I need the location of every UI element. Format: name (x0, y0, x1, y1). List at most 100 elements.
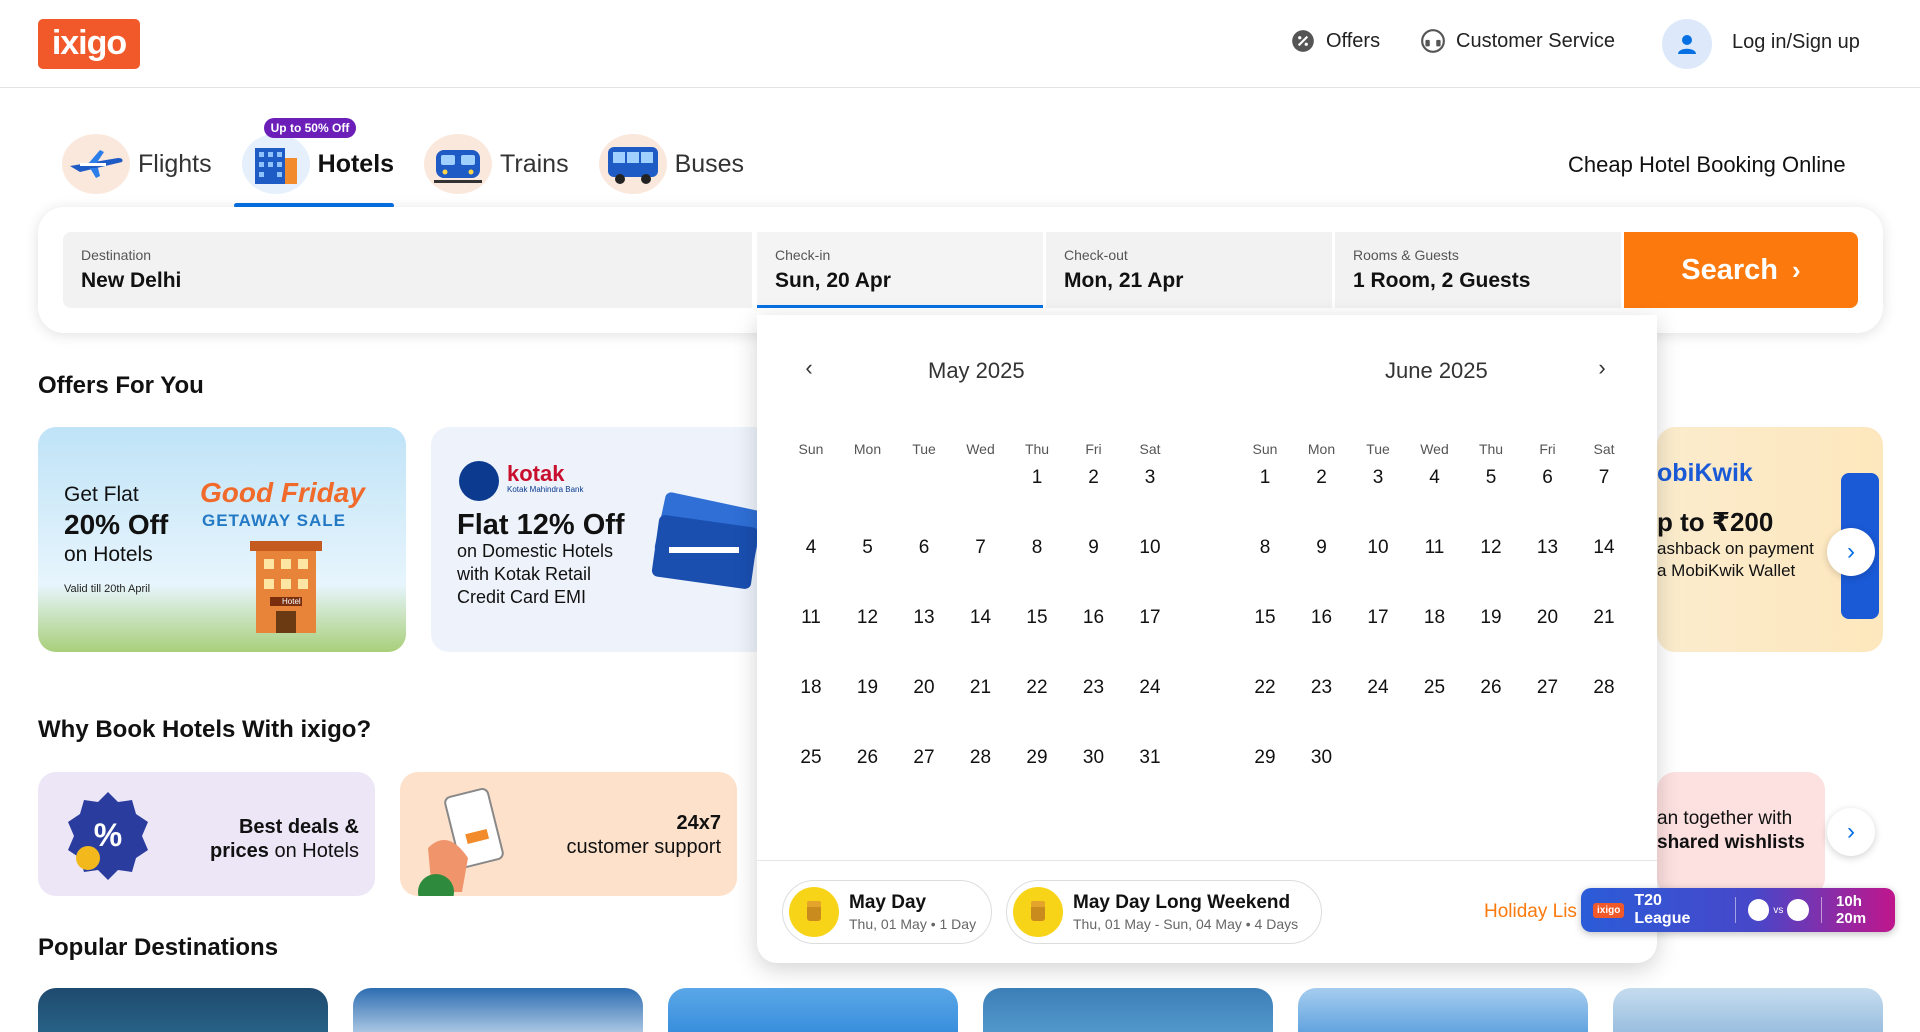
calendar-day[interactable]: 28 (1576, 660, 1632, 716)
calendar-day[interactable]: 3 (1122, 450, 1178, 506)
why-line2: prices on Hotels (210, 840, 359, 863)
login-link[interactable]: Log in/Sign up (1732, 31, 1860, 54)
calendar-day[interactable]: 6 (896, 520, 952, 576)
calendar-day[interactable]: 20 (896, 660, 952, 716)
calendar-day[interactable]: 22 (1237, 660, 1293, 716)
calendar-day[interactable]: 5 (1463, 450, 1519, 506)
calendar-day[interactable]: 27 (1520, 660, 1576, 716)
calendar-day[interactable]: 14 (1576, 520, 1632, 576)
offer-card-kotak[interactable]: kotak Kotak Mahindra Bank Flat 12% Off o… (431, 427, 771, 652)
calendar-day[interactable]: 1 (1009, 450, 1065, 506)
calendar-day[interactable]: 5 (840, 520, 896, 576)
ixigo-logo[interactable]: ixigo (38, 19, 140, 69)
user-avatar[interactable] (1662, 19, 1712, 69)
checkout-field[interactable]: Check-out Mon, 21 Apr (1046, 232, 1332, 308)
calendar-day[interactable]: 8 (1009, 520, 1065, 576)
why-next-button[interactable]: › (1827, 808, 1875, 856)
search-button[interactable]: Search › (1624, 232, 1858, 308)
calendar-day[interactable]: 18 (783, 660, 839, 716)
calendar-day[interactable]: 2 (1294, 450, 1350, 506)
calendar-day[interactable]: 16 (1066, 590, 1122, 646)
weekday-label: Sun (798, 441, 824, 457)
calendar-day[interactable]: 19 (840, 660, 896, 716)
customer-service-link[interactable]: Customer Service (1420, 28, 1615, 54)
calendar-day[interactable]: 11 (783, 590, 839, 646)
calendar-day[interactable]: 14 (953, 590, 1009, 646)
calendar-day[interactable]: 18 (1407, 590, 1463, 646)
calendar-day[interactable]: 11 (1407, 520, 1463, 576)
calendar-day[interactable]: 1 (1237, 450, 1293, 506)
calendar-day[interactable]: 30 (1066, 730, 1122, 786)
destination-card[interactable] (983, 988, 1273, 1032)
calendar-day[interactable]: 25 (1407, 660, 1463, 716)
calendar-day[interactable]: 17 (1122, 590, 1178, 646)
calendar-day[interactable]: 9 (1066, 520, 1122, 576)
calendar-day[interactable]: 30 (1294, 730, 1350, 786)
holiday-chip[interactable]: May Day Long Weekend Thu, 01 May - Sun, … (1006, 880, 1322, 944)
calendar-day[interactable]: 26 (840, 730, 896, 786)
destination-card[interactable] (1298, 988, 1588, 1032)
calendar-day[interactable]: 23 (1294, 660, 1350, 716)
calendar-day[interactable]: 13 (1520, 520, 1576, 576)
calendar-day[interactable]: 29 (1237, 730, 1293, 786)
tab-flights[interactable]: Flights (62, 122, 212, 206)
calendar-day[interactable]: 4 (783, 520, 839, 576)
calendar-day[interactable]: 22 (1009, 660, 1065, 716)
calendar-day[interactable]: 29 (1009, 730, 1065, 786)
calendar-day[interactable]: 20 (1520, 590, 1576, 646)
calendar-day[interactable]: 21 (1576, 590, 1632, 646)
calendar-day[interactable]: 15 (1237, 590, 1293, 646)
destination-card[interactable] (1613, 988, 1883, 1032)
calendar-day[interactable]: 24 (1122, 660, 1178, 716)
calendar-day[interactable]: 3 (1350, 450, 1406, 506)
offer-card-good-friday[interactable]: Get Flat 20% Off on Hotels Valid till 20… (38, 427, 406, 652)
calendar-day[interactable]: 26 (1463, 660, 1519, 716)
destination-card[interactable] (38, 988, 328, 1032)
calendar-day[interactable]: 28 (953, 730, 1009, 786)
calendar-day[interactable]: 23 (1066, 660, 1122, 716)
prev-month-button[interactable]: ‹ (794, 355, 824, 381)
calendar-day[interactable]: 9 (1294, 520, 1350, 576)
calendar-day[interactable]: 4 (1407, 450, 1463, 506)
flight-icon (62, 134, 130, 194)
calendar-day[interactable]: 13 (896, 590, 952, 646)
holiday-list-link[interactable]: Holiday Lis (1484, 901, 1577, 923)
next-month-button[interactable]: › (1587, 355, 1617, 381)
calendar-day[interactable]: 27 (896, 730, 952, 786)
tab-buses[interactable]: Buses (598, 122, 744, 206)
checkout-value: Mon, 21 Apr (1064, 269, 1184, 292)
calendar-day[interactable]: 12 (1463, 520, 1519, 576)
offers-link[interactable]: Offers (1290, 28, 1380, 54)
destination-card[interactable] (353, 988, 643, 1032)
calendar-day[interactable]: 15 (1009, 590, 1065, 646)
destination-card[interactable] (668, 988, 958, 1032)
checkin-field[interactable]: Check-in Sun, 20 Apr (757, 232, 1043, 308)
tab-hotels[interactable]: Up to 50% Off Hotels (233, 118, 395, 208)
tab-label: Flights (138, 149, 212, 178)
calendar-day[interactable]: 7 (1576, 450, 1632, 506)
calendar-day[interactable]: 2 (1066, 450, 1122, 506)
destination-field[interactable]: Destination New Delhi (63, 232, 752, 308)
calendar-day[interactable]: 31 (1122, 730, 1178, 786)
calendar-day[interactable]: 7 (953, 520, 1009, 576)
calendar-day[interactable]: 12 (840, 590, 896, 646)
tab-label: Hotels (317, 149, 395, 178)
rooms-guests-field[interactable]: Rooms & Guests 1 Room, 2 Guests (1335, 232, 1621, 308)
calendar-day[interactable]: 10 (1350, 520, 1406, 576)
calendar-day[interactable]: 10 (1122, 520, 1178, 576)
calendar-day[interactable]: 24 (1350, 660, 1406, 716)
calendar-day[interactable]: 19 (1463, 590, 1519, 646)
calendar-day[interactable]: 16 (1294, 590, 1350, 646)
calendar-day[interactable]: 25 (783, 730, 839, 786)
offers-next-button[interactable]: › (1827, 528, 1875, 576)
calendar-day[interactable]: 17 (1350, 590, 1406, 646)
offer-desc-2: a MobiKwik Wallet (1657, 561, 1796, 580)
page-heading: Cheap Hotel Booking Online (1568, 152, 1846, 177)
calendar-day[interactable]: 8 (1237, 520, 1293, 576)
kotak-sub: Kotak Mahindra Bank (507, 485, 584, 494)
calendar-day[interactable]: 21 (953, 660, 1009, 716)
t20-league-widget[interactable]: ixigo T20 League vs 10h 20m (1581, 888, 1895, 932)
tab-trains[interactable]: Trains (424, 122, 569, 206)
holiday-chip[interactable]: May Day Thu, 01 May • 1 Day (782, 880, 992, 944)
calendar-day[interactable]: 6 (1520, 450, 1576, 506)
